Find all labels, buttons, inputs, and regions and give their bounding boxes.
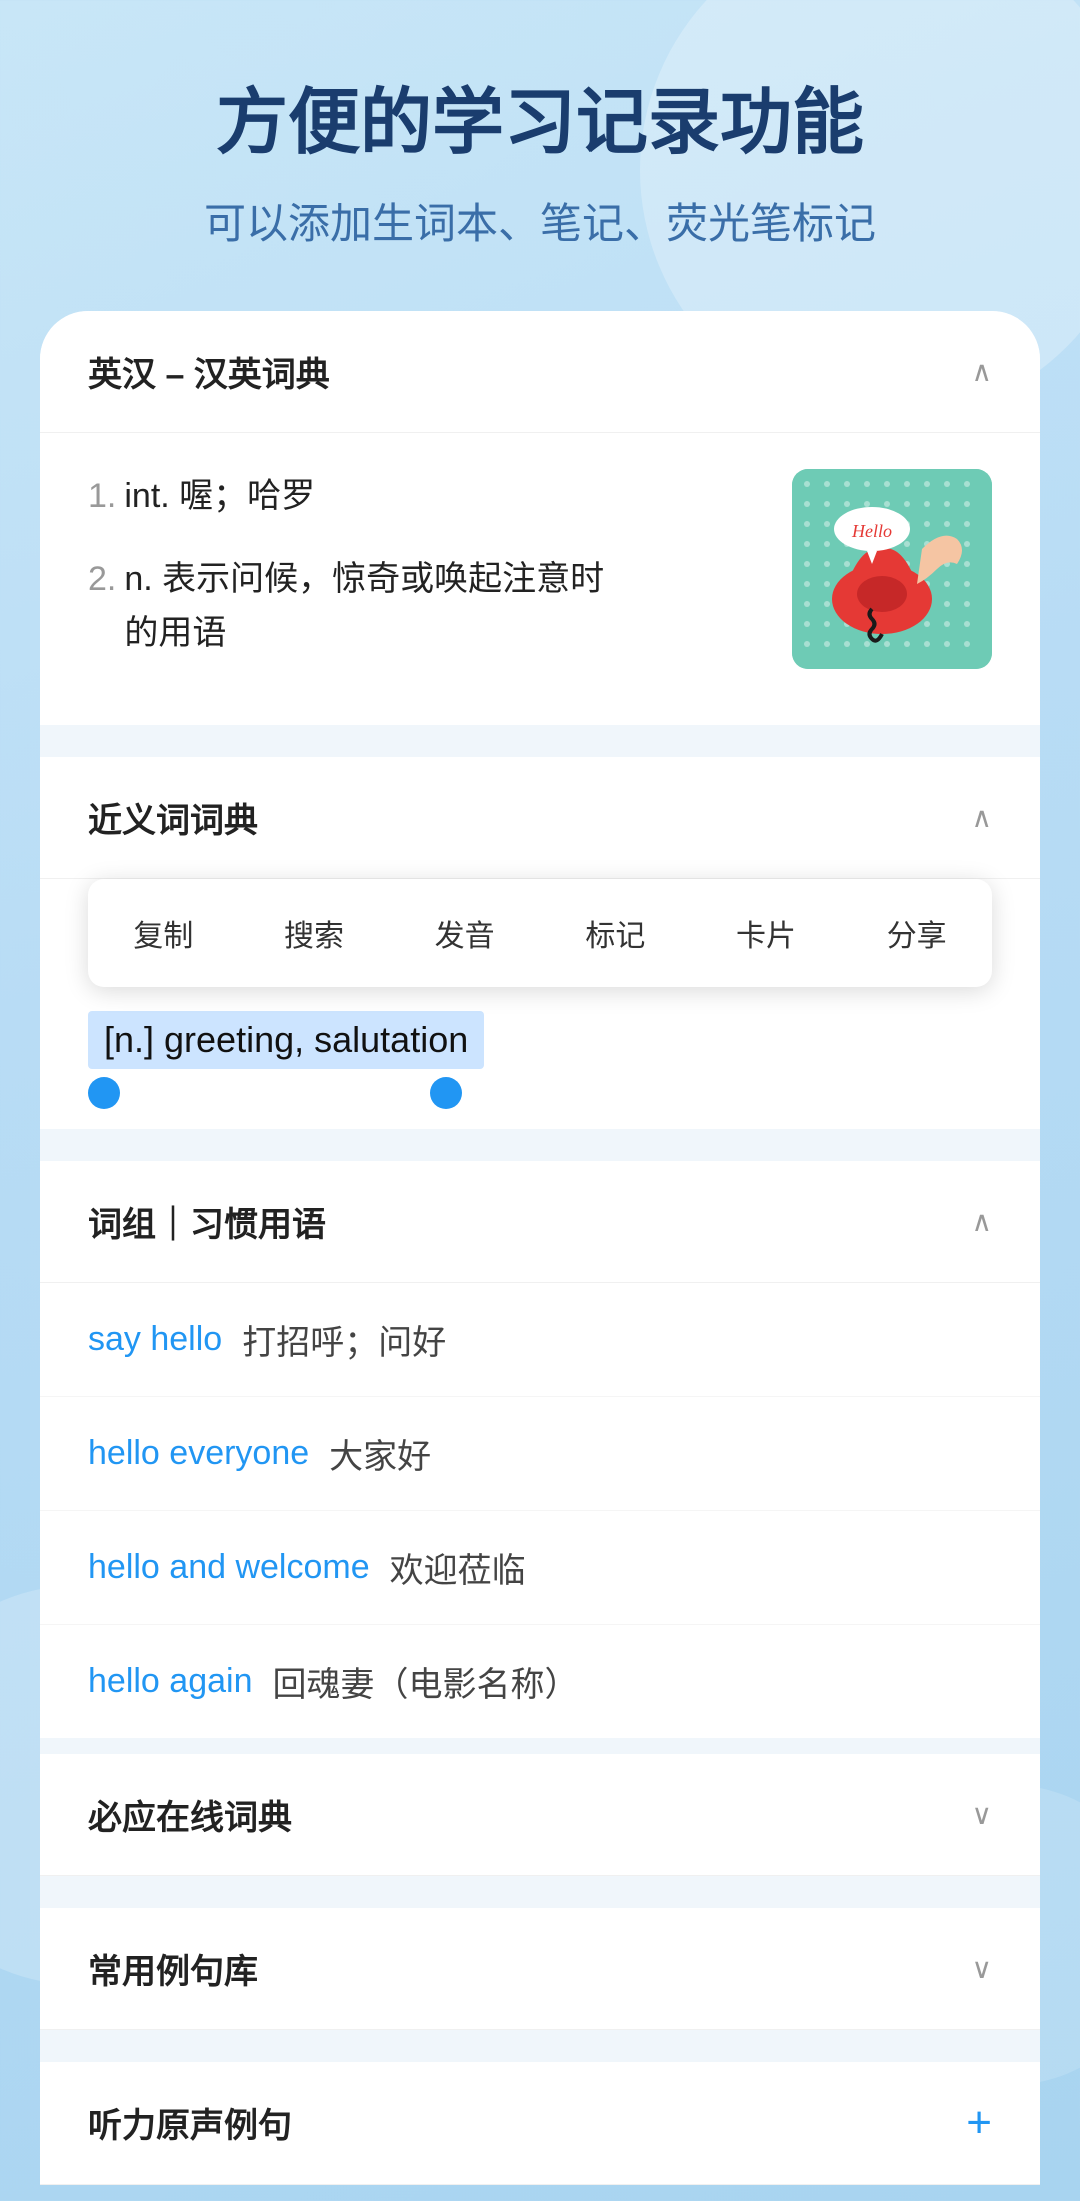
gap-3 xyxy=(40,1738,1040,1754)
selected-text: [n.] greeting, salutation xyxy=(88,1011,484,1069)
phrase-zh-4: 回魂妻（电影名称） xyxy=(272,1657,578,1706)
phrase-item-2[interactable]: hello everyone 大家好 xyxy=(40,1397,1040,1511)
common-sentences-section: 常用例句库 ∨ xyxy=(40,1908,1040,2030)
phrase-item-1[interactable]: say hello 打招呼；问好 xyxy=(40,1283,1040,1397)
phrase-zh-3: 欢迎莅临 xyxy=(390,1543,526,1592)
def-content-1: int. 喔；哈罗 xyxy=(124,469,315,523)
phrases-section: 词组｜习惯用语 ∧ say hello 打招呼；问好 hello everyon… xyxy=(40,1161,1040,1738)
selected-text-area: [n.] greeting, salutation xyxy=(40,987,1040,1129)
common-sentences-header[interactable]: 常用例句库 ∨ xyxy=(40,1908,1040,2030)
gap-1 xyxy=(40,741,1040,757)
phrase-zh-1: 打招呼；问好 xyxy=(242,1315,446,1364)
context-menu-search[interactable]: 搜索 xyxy=(239,903,390,963)
bing-dict-title: 必应在线词典 xyxy=(88,1790,292,1839)
gap-2 xyxy=(40,1145,1040,1161)
definition-item-2: 2. n. 表示问候，惊奇或唤起注意时的用语 xyxy=(88,552,768,661)
synonyms-section-header[interactable]: 近义词词典 ∧ xyxy=(40,757,1040,879)
phrases-section-title: 词组｜习惯用语 xyxy=(88,1197,326,1246)
selection-handle-right xyxy=(430,1077,462,1109)
audio-sentences-header[interactable]: 听力原声例句 + xyxy=(40,2062,1040,2185)
header-subtitle: 可以添加生词本、笔记、荧光笔标记 xyxy=(60,190,1020,251)
header: 方便的学习记录功能 可以添加生词本、笔记、荧光笔标记 xyxy=(0,0,1080,311)
common-sentences-chevron-down-icon: ∨ xyxy=(972,1952,993,1985)
phrases-section-header[interactable]: 词组｜习惯用语 ∧ xyxy=(40,1161,1040,1283)
def-num-2: 2. xyxy=(88,552,116,661)
phrase-en-1: say hello xyxy=(88,1320,222,1359)
audio-sentences-title: 听力原声例句 xyxy=(88,2098,292,2147)
synonyms-section: 近义词词典 ∧ 复制 搜索 发音 标记 卡片 分享 [n.] greeting,… xyxy=(40,757,1040,1129)
context-menu: 复制 搜索 发音 标记 卡片 分享 xyxy=(88,879,992,987)
audio-sentences-section: 听力原声例句 + xyxy=(40,2062,1040,2185)
hello-illustration: Hello xyxy=(792,469,992,669)
synonyms-chevron-up-icon: ∧ xyxy=(972,801,993,834)
phrase-zh-2: 大家好 xyxy=(329,1429,431,1478)
def-num-1: 1. xyxy=(88,469,116,523)
dict-section-title: 英汉 – 汉英词典 xyxy=(88,347,330,396)
bing-dict-section: 必应在线词典 ∨ xyxy=(40,1754,1040,1876)
header-title: 方便的学习记录功能 xyxy=(60,80,1020,166)
context-menu-share[interactable]: 分享 xyxy=(841,903,992,963)
main-card: 英汉 – 汉英词典 ∧ 1. int. 喔；哈罗 2. n. 表示问候，惊奇或唤… xyxy=(40,311,1040,2184)
context-menu-mark[interactable]: 标记 xyxy=(540,903,691,963)
bing-dict-chevron-down-icon: ∨ xyxy=(972,1798,993,1831)
gap-4 xyxy=(40,1892,1040,1908)
dict-section-header[interactable]: 英汉 – 汉英词典 ∧ xyxy=(40,311,1040,433)
dict-section: 英汉 – 汉英词典 ∧ 1. int. 喔；哈罗 2. n. 表示问候，惊奇或唤… xyxy=(40,311,1040,724)
bing-dict-header[interactable]: 必应在线词典 ∨ xyxy=(40,1754,1040,1876)
svg-text:Hello: Hello xyxy=(851,521,892,541)
definition-card: 1. int. 喔；哈罗 2. n. 表示问候，惊奇或唤起注意时的用语 xyxy=(40,433,1040,724)
phrases-chevron-up-icon: ∧ xyxy=(972,1205,993,1238)
context-menu-copy[interactable]: 复制 xyxy=(88,903,239,963)
phrase-en-2: hello everyone xyxy=(88,1434,309,1473)
selection-handle-left xyxy=(88,1077,120,1109)
context-menu-pronounce[interactable]: 发音 xyxy=(389,903,540,963)
audio-sentences-plus-icon[interactable]: + xyxy=(966,2098,992,2148)
context-menu-card[interactable]: 卡片 xyxy=(691,903,842,963)
phrase-en-3: hello and welcome xyxy=(88,1548,370,1587)
phrase-item-4[interactable]: hello again 回魂妻（电影名称） xyxy=(40,1625,1040,1738)
phrase-en-4: hello again xyxy=(88,1662,252,1701)
common-sentences-title: 常用例句库 xyxy=(88,1944,258,1993)
definition-item-1: 1. int. 喔；哈罗 xyxy=(88,469,768,523)
def-content-2: n. 表示问候，惊奇或唤起注意时的用语 xyxy=(124,552,604,661)
definition-text: 1. int. 喔；哈罗 2. n. 表示问候，惊奇或唤起注意时的用语 xyxy=(88,469,768,688)
synonyms-section-title: 近义词词典 xyxy=(88,793,258,842)
dict-chevron-up-icon: ∧ xyxy=(972,355,993,388)
phrase-item-3[interactable]: hello and welcome 欢迎莅临 xyxy=(40,1511,1040,1625)
gap-5 xyxy=(40,2046,1040,2062)
